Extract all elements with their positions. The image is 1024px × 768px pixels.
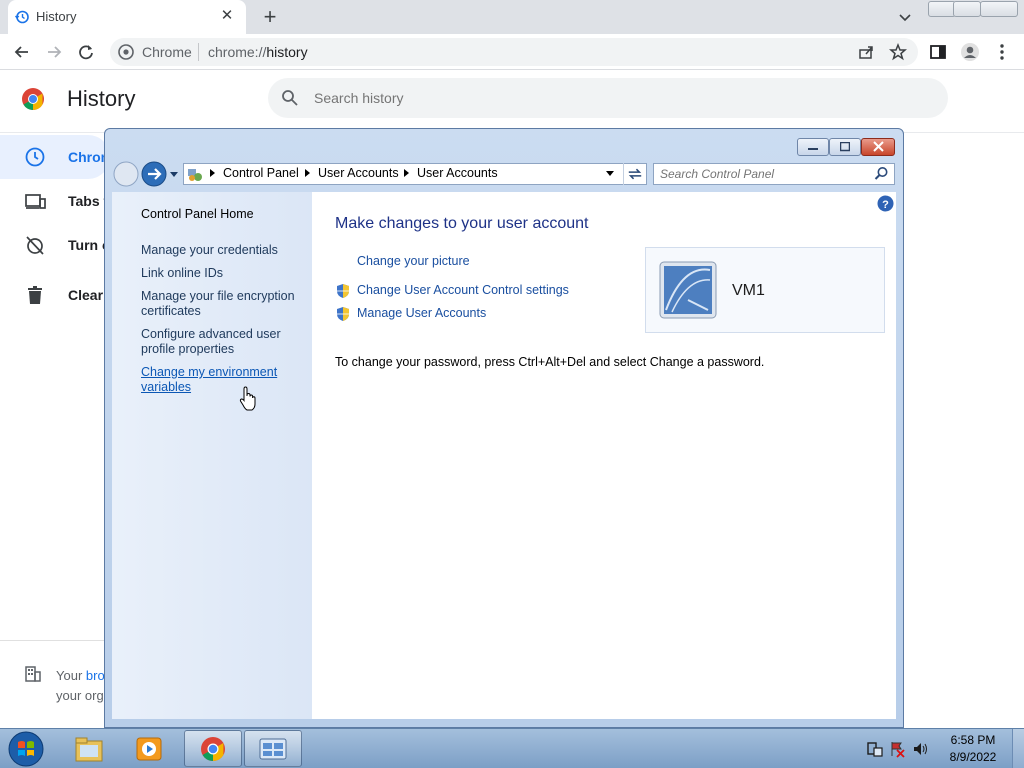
breadcrumb-user-accounts[interactable]: User Accounts [318,166,399,180]
file-encryption-link[interactable]: Manage your file encryption certificates [141,289,301,319]
managed-line2: your org [56,688,104,703]
building-icon [25,666,41,682]
window-close-button[interactable] [980,1,1018,17]
omnibox-separator [198,43,199,61]
reload-icon[interactable] [76,42,96,62]
omnibox-site-label: Chrome [142,44,192,60]
link-online-ids-link[interactable]: Link online IDs [141,266,301,281]
side-panel-icon[interactable] [928,42,948,62]
clock-time[interactable]: 6:58 PM [940,733,1006,747]
forward-icon[interactable] [44,42,64,62]
show-desktop-button[interactable] [1012,729,1024,768]
history-search-input[interactable] [314,88,914,108]
refresh-icon[interactable] [623,163,646,185]
uac-settings-link[interactable]: Change User Account Control settings [357,283,569,297]
close-icon [873,141,884,152]
media-player-icon [136,737,162,761]
help-icon[interactable]: ? [877,195,894,212]
user-name: VM1 [732,282,765,299]
search-icon [282,90,298,106]
url-host: history [266,44,308,60]
manage-user-accounts-link[interactable]: Manage User Accounts [357,306,486,320]
advanced-profile-link[interactable]: Configure advanced user profile properti… [141,327,301,357]
bookmark-star-icon[interactable] [888,42,908,62]
back-icon[interactable] [12,42,32,62]
windows-explorer-icon [75,737,103,762]
tab-search-chevron-icon[interactable] [894,6,916,28]
breadcrumb-arrow-icon [404,169,409,177]
tab-title: History [36,9,77,24]
password-change-note: To change your password, press Ctrl+Alt+… [335,355,765,369]
maximize-icon [840,142,850,152]
sidebar-item-clear-browsing-data[interactable]: Clear [68,287,103,303]
clock-icon [25,147,45,167]
window-minimize-button[interactable] [928,1,956,17]
history-icon [14,10,29,24]
devices-icon [25,194,46,209]
environment-variables-link[interactable]: Change my environment variables [141,365,301,395]
managed-link[interactable]: bro [86,668,105,683]
window-restore-button[interactable] [953,1,981,17]
uac-shield-icon [337,284,349,298]
page-title: History [67,86,136,111]
chrome-site-icon[interactable] [118,44,134,60]
new-tab-button[interactable]: + [258,5,282,29]
breadcrumb-arrow-icon [210,169,215,177]
breadcrumb-control-panel[interactable]: Control Panel [223,166,299,180]
trash-icon [28,286,42,304]
chrome-icon [201,737,225,761]
control-panel-home-link[interactable]: Control Panel Home [141,207,301,222]
breadcrumb-arrow-icon [305,169,310,177]
uac-shield-icon [337,307,349,321]
minimize-icon [808,148,818,150]
managed-divider [0,640,110,641]
omnibox-url[interactable]: chrome://history [208,44,308,60]
system-tray-icons[interactable] [866,740,934,758]
start-button-icon[interactable] [4,730,48,768]
manage-credentials-link[interactable]: Manage your credentials [141,243,301,258]
cp-navigation-buttons[interactable] [112,160,182,188]
clock-date[interactable]: 8/9/2022 [940,750,1006,764]
hand-cursor-icon [239,386,256,411]
managed-prefix: Your [56,668,86,683]
sidebar-item-tabs-from-other-devices[interactable]: Tabs f [68,193,108,209]
user-picture-icon[interactable] [658,260,718,320]
tab-close-icon[interactable]: ✕ [218,7,236,25]
menu-icon[interactable] [992,42,1012,62]
svg-text:?: ? [882,199,889,211]
control-panel-icon [259,738,287,760]
chrome-logo-icon [22,88,44,110]
breadcrumb-user-accounts-current[interactable]: User Accounts [417,166,498,180]
share-icon[interactable] [856,42,876,62]
cp-search-input[interactable] [660,166,870,182]
address-dropdown-icon[interactable] [606,171,614,176]
profile-icon[interactable] [960,42,980,62]
change-picture-link[interactable]: Change your picture [357,254,470,268]
control-panel-icon [188,169,202,181]
search-icon[interactable] [874,166,889,181]
history-off-icon [26,236,44,255]
cp-heading: Make changes to your user account [335,215,589,232]
url-prefix: chrome:// [208,44,267,60]
